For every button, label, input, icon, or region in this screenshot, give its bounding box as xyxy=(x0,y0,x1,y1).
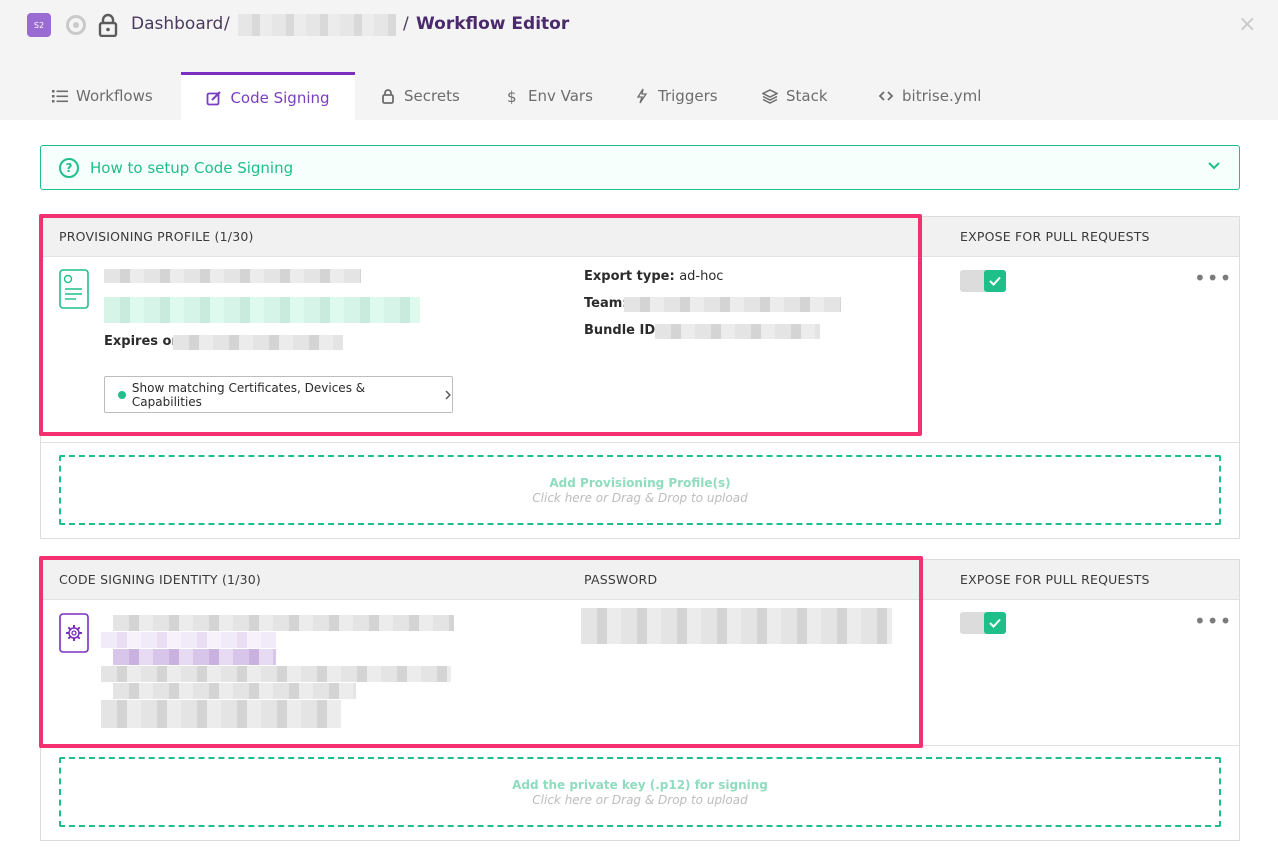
more-options-icon[interactable]: ••• xyxy=(1194,611,1232,631)
question-icon: ? xyxy=(59,157,79,178)
layers-icon xyxy=(762,89,778,104)
expose-toggle[interactable] xyxy=(960,270,1006,292)
divider xyxy=(41,745,1239,746)
bundle-id-label: Bundle ID: xyxy=(584,323,661,338)
dollar-icon: $ xyxy=(507,88,517,104)
identity-info-redacted xyxy=(101,666,451,682)
export-type-value: ad-hoc xyxy=(679,269,724,284)
panel-header: PROVISIONING PROFILE (1/30) EXPOSE FOR P… xyxy=(41,217,1239,257)
editor-tabs: Workflows Code Signing Secrets $ Env Var… xyxy=(0,72,1278,120)
expose-heading: EXPOSE FOR PULL REQUESTS xyxy=(960,572,1150,587)
expose-heading: EXPOSE FOR PULL REQUESTS xyxy=(960,229,1150,244)
code-signing-content: ? How to setup Code Signing PROVISIONING… xyxy=(0,120,1278,859)
app-avatar[interactable]: S2 xyxy=(27,13,51,37)
lock-icon xyxy=(382,89,394,104)
profile-uuid-redacted xyxy=(104,297,420,323)
tab-env-vars[interactable]: $ Env Vars xyxy=(504,72,593,120)
tab-label: Code Signing xyxy=(230,88,330,107)
more-options-icon[interactable]: ••• xyxy=(1194,268,1232,288)
breadcrumb-separator: / xyxy=(403,14,409,34)
tab-label: Stack xyxy=(786,87,828,105)
certificate-gear-icon xyxy=(59,613,89,653)
export-type-label: Export type: xyxy=(584,269,675,284)
identity-detail-redacted xyxy=(101,632,276,648)
show-matching-button[interactable]: Show matching Certificates, Devices & Ca… xyxy=(104,376,453,413)
chevron-right-icon xyxy=(445,390,451,399)
dropzone-title: Add Provisioning Profile(s) xyxy=(549,475,731,490)
tab-label: Secrets xyxy=(404,87,460,105)
bundle-id-redacted xyxy=(655,324,820,339)
tab-workflows[interactable]: Workflows xyxy=(52,72,153,120)
tab-label: bitrise.yml xyxy=(902,87,982,105)
dropzone-title: Add the private key (.p12) for signing xyxy=(512,777,768,792)
panel-header: CODE SIGNING IDENTITY (1/30) PASSWORD EX… xyxy=(41,560,1239,600)
page-title: Workflow Editor xyxy=(416,14,570,34)
identity-info-redacted xyxy=(101,700,341,728)
tab-stack[interactable]: Stack xyxy=(762,72,828,120)
breadcrumb-app-name-redacted[interactable] xyxy=(238,14,396,36)
identity-info-redacted xyxy=(113,683,356,699)
expose-toggle[interactable] xyxy=(960,612,1006,634)
tab-label: Env Vars xyxy=(528,87,593,105)
breadcrumb-dashboard[interactable]: Dashboard xyxy=(131,14,223,34)
show-matching-label: Show matching Certificates, Devices & Ca… xyxy=(131,380,366,409)
identity-name-redacted xyxy=(113,615,454,631)
edit-icon xyxy=(207,90,222,105)
identity-serial-redacted xyxy=(113,649,276,665)
provisioning-profile-panel: PROVISIONING PROFILE (1/30) EXPOSE FOR P… xyxy=(40,216,1240,539)
password-value-redacted[interactable] xyxy=(581,608,892,644)
provisioning-upload-dropzone[interactable]: Add Provisioning Profile(s) Click here o… xyxy=(59,455,1221,525)
tab-label: Workflows xyxy=(76,87,153,105)
howto-accordion[interactable]: ? How to setup Code Signing xyxy=(40,145,1240,190)
p12-upload-dropzone[interactable]: Add the private key (.p12) for signing C… xyxy=(59,757,1221,827)
build-status-icon xyxy=(66,15,86,35)
chevron-down-icon xyxy=(1208,162,1220,170)
tab-triggers[interactable]: Triggers xyxy=(634,72,718,120)
tab-secrets[interactable]: Secrets xyxy=(380,72,460,120)
dropzone-hint: Click here or Drag & Drop to upload xyxy=(532,490,748,505)
team-value-redacted xyxy=(624,297,841,312)
tab-code-signing[interactable]: Code Signing xyxy=(181,72,355,120)
breadcrumb-separator: / xyxy=(224,14,230,34)
code-signing-identity-panel: CODE SIGNING IDENTITY (1/30) PASSWORD EX… xyxy=(40,559,1240,841)
lock-icon xyxy=(98,13,118,37)
status-dot-icon xyxy=(118,390,126,399)
provisioning-file-icon xyxy=(59,269,89,309)
profile-name-redacted xyxy=(104,269,361,283)
provisioning-heading: PROVISIONING PROFILE (1/30) xyxy=(59,229,254,244)
export-type-field: Export type: ad-hoc xyxy=(584,269,723,284)
password-heading: PASSWORD xyxy=(584,572,658,587)
dropzone-hint: Click here or Drag & Drop to upload xyxy=(532,792,748,807)
check-icon xyxy=(984,612,1006,634)
divider xyxy=(41,442,1239,443)
tab-label: Triggers xyxy=(658,87,718,105)
expires-value-redacted xyxy=(173,335,343,350)
bolt-icon xyxy=(636,88,648,104)
team-label: Team: xyxy=(584,296,628,311)
svg-text:$: $ xyxy=(507,88,517,104)
list-icon xyxy=(52,90,68,103)
code-icon xyxy=(878,91,894,101)
howto-label: How to setup Code Signing xyxy=(90,158,294,177)
tab-bitrise-yml[interactable]: bitrise.yml xyxy=(878,72,981,120)
top-bar: S2 Dashboard / / Workflow Editor × Workf… xyxy=(0,0,1278,120)
identity-heading: CODE SIGNING IDENTITY (1/30) xyxy=(59,572,261,587)
close-icon[interactable]: × xyxy=(1238,12,1256,37)
check-icon xyxy=(984,270,1006,292)
